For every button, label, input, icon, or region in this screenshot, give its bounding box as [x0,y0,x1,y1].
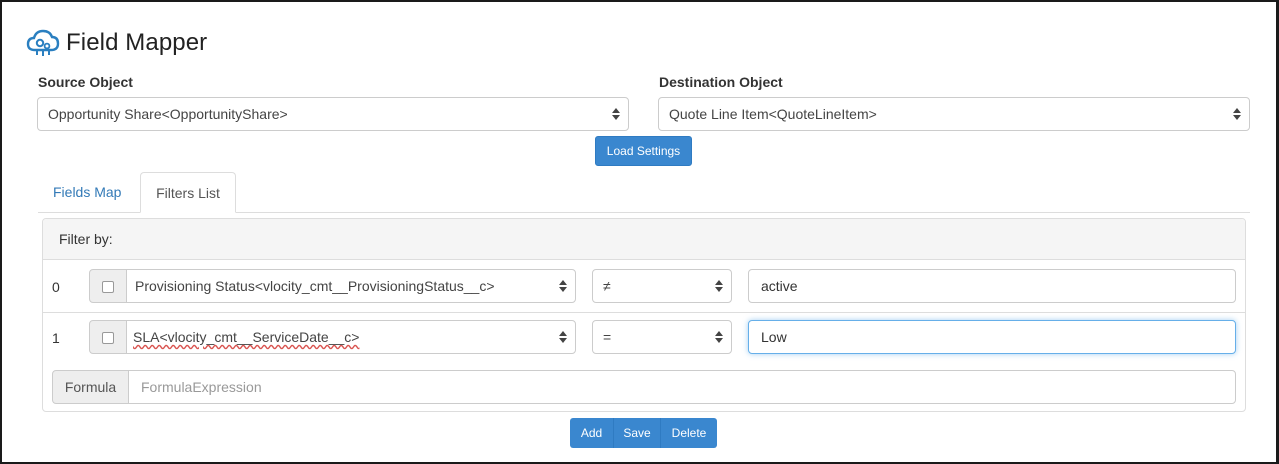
filter-value-input[interactable]: active [748,269,1236,303]
filters-panel-header: Filter by: [43,219,1245,260]
select-arrows-icon [714,321,723,353]
filter-row-checkbox[interactable] [102,281,114,293]
destination-object-select[interactable]: Quote Line Item<QuoteLineItem> [658,97,1250,131]
save-button[interactable]: Save [614,418,661,448]
filter-row-index: 0 [52,279,60,295]
tab-filters-list[interactable]: Filters List [140,172,236,213]
add-button[interactable]: Add [570,418,614,448]
select-arrows-icon [714,270,723,302]
destination-object-label: Destination Object [659,74,783,90]
filter-field-value: Provisioning Status<vlocity_cmt__Provisi… [135,278,495,294]
filter-field-value: SLA<vlocity_cmt__ServiceDate__c> [133,329,360,345]
cloud-gears-icon [26,28,60,58]
action-button-group: Add Save Delete [570,418,717,448]
filter-row-checkbox-addon [89,320,127,354]
filter-field-select[interactable]: Provisioning Status<vlocity_cmt__Provisi… [126,269,576,303]
filter-row-index: 1 [52,330,60,346]
filter-row-checkbox[interactable] [102,332,114,344]
page-header: Field Mapper [26,26,207,60]
destination-object-value: Quote Line Item<QuoteLineItem> [669,106,877,122]
delete-button[interactable]: Delete [661,418,717,448]
row-divider [43,312,1245,313]
filter-row-checkbox-addon [89,269,127,303]
select-arrows-icon [558,321,567,353]
filter-field-select[interactable]: SLA<vlocity_cmt__ServiceDate__c> [126,320,576,354]
select-arrows-icon [611,98,620,130]
filter-operator-value: ≠ [603,278,611,294]
select-arrows-icon [1232,98,1241,130]
source-object-value: Opportunity Share<OpportunityShare> [48,106,288,122]
formula-input[interactable]: FormulaExpression [128,370,1236,404]
filter-value-input[interactable]: Low [748,320,1236,354]
tab-fields-map[interactable]: Fields Map [38,172,136,213]
filter-operator-select[interactable]: ≠ [592,269,732,303]
filter-operator-select[interactable]: = [592,320,732,354]
select-arrows-icon [558,270,567,302]
source-object-label: Source Object [38,74,133,90]
filter-operator-value: = [603,329,612,345]
formula-label: Formula [52,370,129,404]
load-settings-button[interactable]: Load Settings [595,136,692,166]
page-title: Field Mapper [66,29,208,56]
source-object-select[interactable]: Opportunity Share<OpportunityShare> [37,97,629,131]
